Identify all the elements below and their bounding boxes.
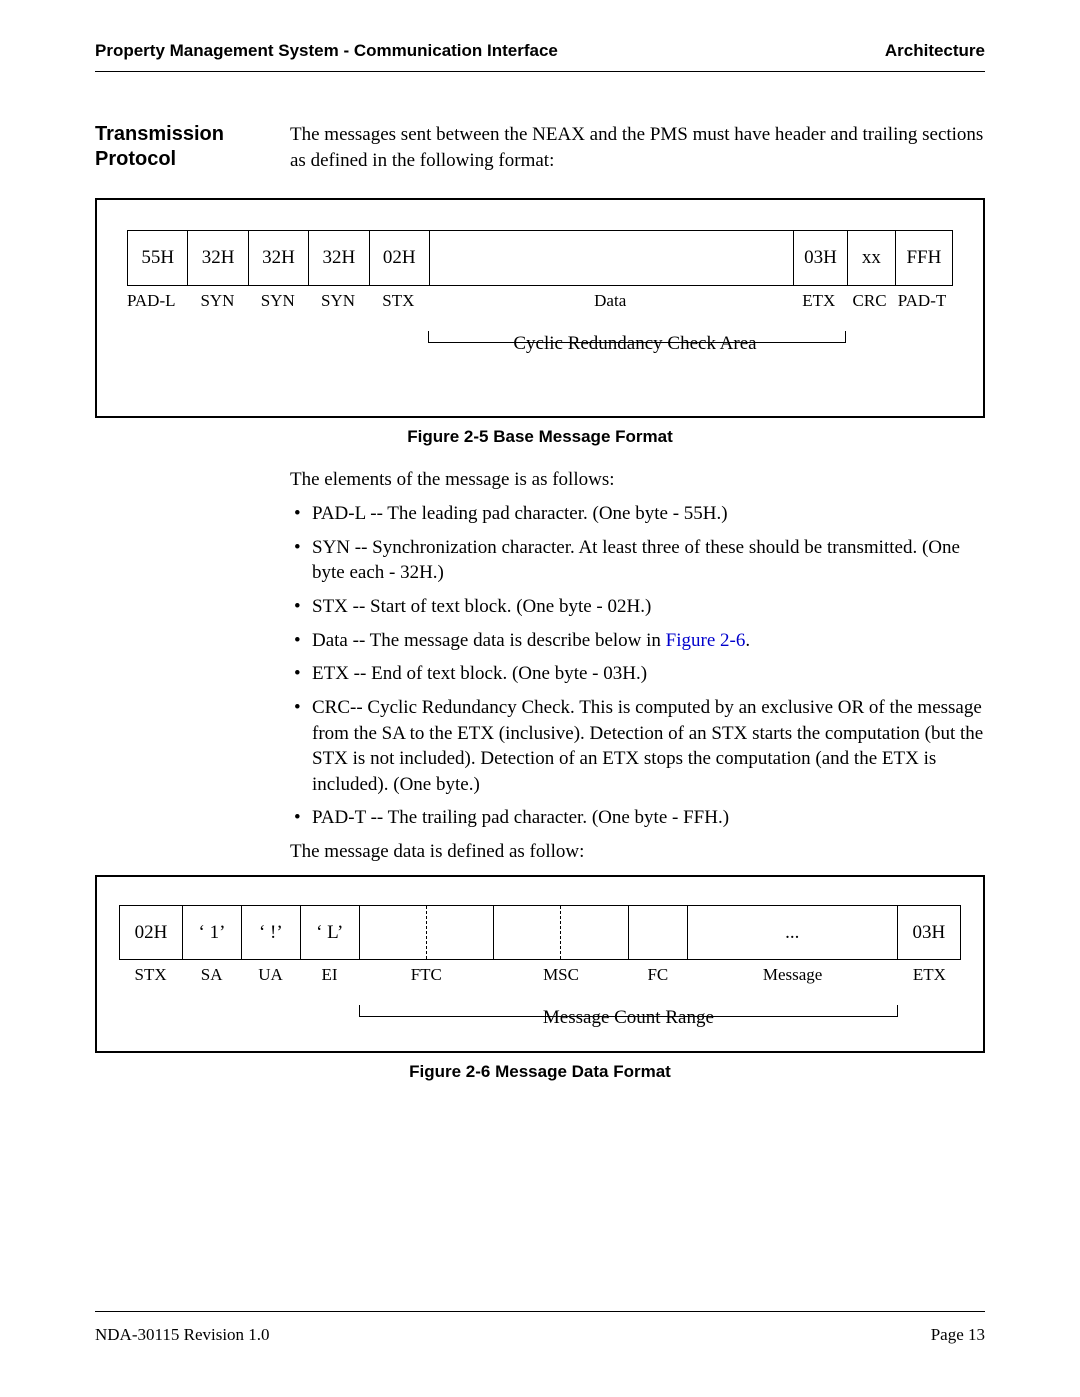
fig2-label: EI	[300, 964, 359, 987]
list-item: CRC-- Cyclic Redundancy Check. This is c…	[290, 695, 985, 798]
fig2-cell	[628, 905, 687, 960]
fig2-label: STX	[119, 964, 182, 987]
fig2-label: Message	[687, 964, 898, 987]
section-body: The messages sent between the NEAX and t…	[290, 122, 985, 1084]
figure-2-5-caption: Figure 2-5 Base Message Format	[95, 426, 985, 449]
crc-bracket-wrap: Cyclic Redundancy Check Area	[127, 331, 953, 357]
fig2-cell	[359, 905, 426, 960]
fig1-cell: FFH	[895, 231, 952, 286]
figure-2-6-box: 02H ‘ 1’ ‘ !’ ‘ L’ ... 03H STX SA UA EI	[95, 875, 985, 1053]
fig1-label: Data	[428, 290, 791, 313]
header-right: Architecture	[885, 40, 985, 63]
fig1-label: SYN	[248, 290, 308, 313]
mcr-bracket-wrap: Message Count Range	[119, 1005, 961, 1031]
list-item: SYN -- Synchronization character. At lea…	[290, 535, 985, 586]
footer-right: Page 13	[931, 1324, 985, 1347]
fig2-cell	[561, 905, 628, 960]
fig1-cell: 32H	[309, 231, 369, 286]
page-footer: NDA-30115 Revision 1.0 Page 13	[95, 1311, 985, 1347]
fig1-label: CRC	[846, 290, 894, 313]
figure-2-6-link[interactable]: Figure 2-6	[666, 630, 746, 651]
fig2-cell: ...	[687, 905, 897, 960]
section: Transmission Protocol The messages sent …	[95, 122, 985, 1084]
fig2-label: ETX	[898, 964, 961, 987]
crc-bracket	[428, 331, 845, 343]
fig1-label: SYN	[187, 290, 247, 313]
list-item: STX -- Start of text block. (One byte - …	[290, 594, 985, 620]
outro-paragraph: The message data is defined as follow:	[290, 839, 985, 865]
footer-left: NDA-30115 Revision 1.0	[95, 1324, 270, 1347]
fig1-cell: 32H	[248, 231, 308, 286]
fig1-cell: 32H	[188, 231, 248, 286]
fig2-cell	[426, 905, 493, 960]
fig2-label: FTC	[359, 964, 494, 987]
fig1-label: STX	[368, 290, 428, 313]
fig2-cell: ‘ 1’	[183, 905, 242, 960]
fig2-label: MSC	[494, 964, 629, 987]
fig1-label: PAD-T	[894, 290, 951, 313]
fig2-cell: 02H	[120, 905, 183, 960]
page-header: Property Management System - Communicati…	[95, 40, 985, 72]
fig1-table: 55H 32H 32H 32H 02H 03H xx FFH	[127, 230, 953, 286]
list-item: ETX -- End of text block. (One byte - 03…	[290, 661, 985, 687]
figure-2-6-caption: Figure 2-6 Message Data Format	[95, 1061, 985, 1084]
bullet-list: PAD-L -- The leading pad character. (One…	[290, 501, 985, 831]
intro-paragraph: The messages sent between the NEAX and t…	[290, 122, 985, 173]
elements-intro: The elements of the message is as follow…	[290, 467, 985, 493]
list-item-text: Data -- The message data is describe bel…	[312, 630, 666, 651]
fig2-cell	[494, 905, 561, 960]
fig2-labels: STX SA UA EI FTC MSC FC Message ETX	[119, 964, 961, 987]
figure-2-5-box: 55H 32H 32H 32H 02H 03H xx FFH PAD-L SYN…	[95, 198, 985, 418]
fig1-label: ETX	[792, 290, 846, 313]
fig1-cell: 55H	[128, 231, 188, 286]
fig2-cell: 03H	[897, 905, 960, 960]
fig1-cell: 02H	[369, 231, 429, 286]
fig1-cell-data	[429, 231, 793, 286]
list-item-text: .	[745, 630, 750, 651]
fig2-label: FC	[628, 964, 687, 987]
fig1-cell: xx	[847, 231, 895, 286]
header-left: Property Management System - Communicati…	[95, 40, 558, 63]
fig1-labels: PAD-L SYN SYN SYN STX Data ETX CRC PAD-T	[127, 290, 953, 313]
list-item: Data -- The message data is describe bel…	[290, 628, 985, 654]
list-item: PAD-L -- The leading pad character. (One…	[290, 501, 985, 527]
mcr-bracket	[359, 1005, 898, 1017]
fig2-cell: ‘ L’	[300, 905, 359, 960]
fig2-label: UA	[241, 964, 300, 987]
fig2-table: 02H ‘ 1’ ‘ !’ ‘ L’ ... 03H	[119, 905, 961, 961]
fig2-label: SA	[182, 964, 241, 987]
fig2-cell: ‘ !’	[241, 905, 300, 960]
fig1-label: SYN	[308, 290, 368, 313]
fig1-label: PAD-L	[127, 290, 187, 313]
list-item: PAD-T -- The trailing pad character. (On…	[290, 805, 985, 831]
fig1-cell: 03H	[794, 231, 848, 286]
